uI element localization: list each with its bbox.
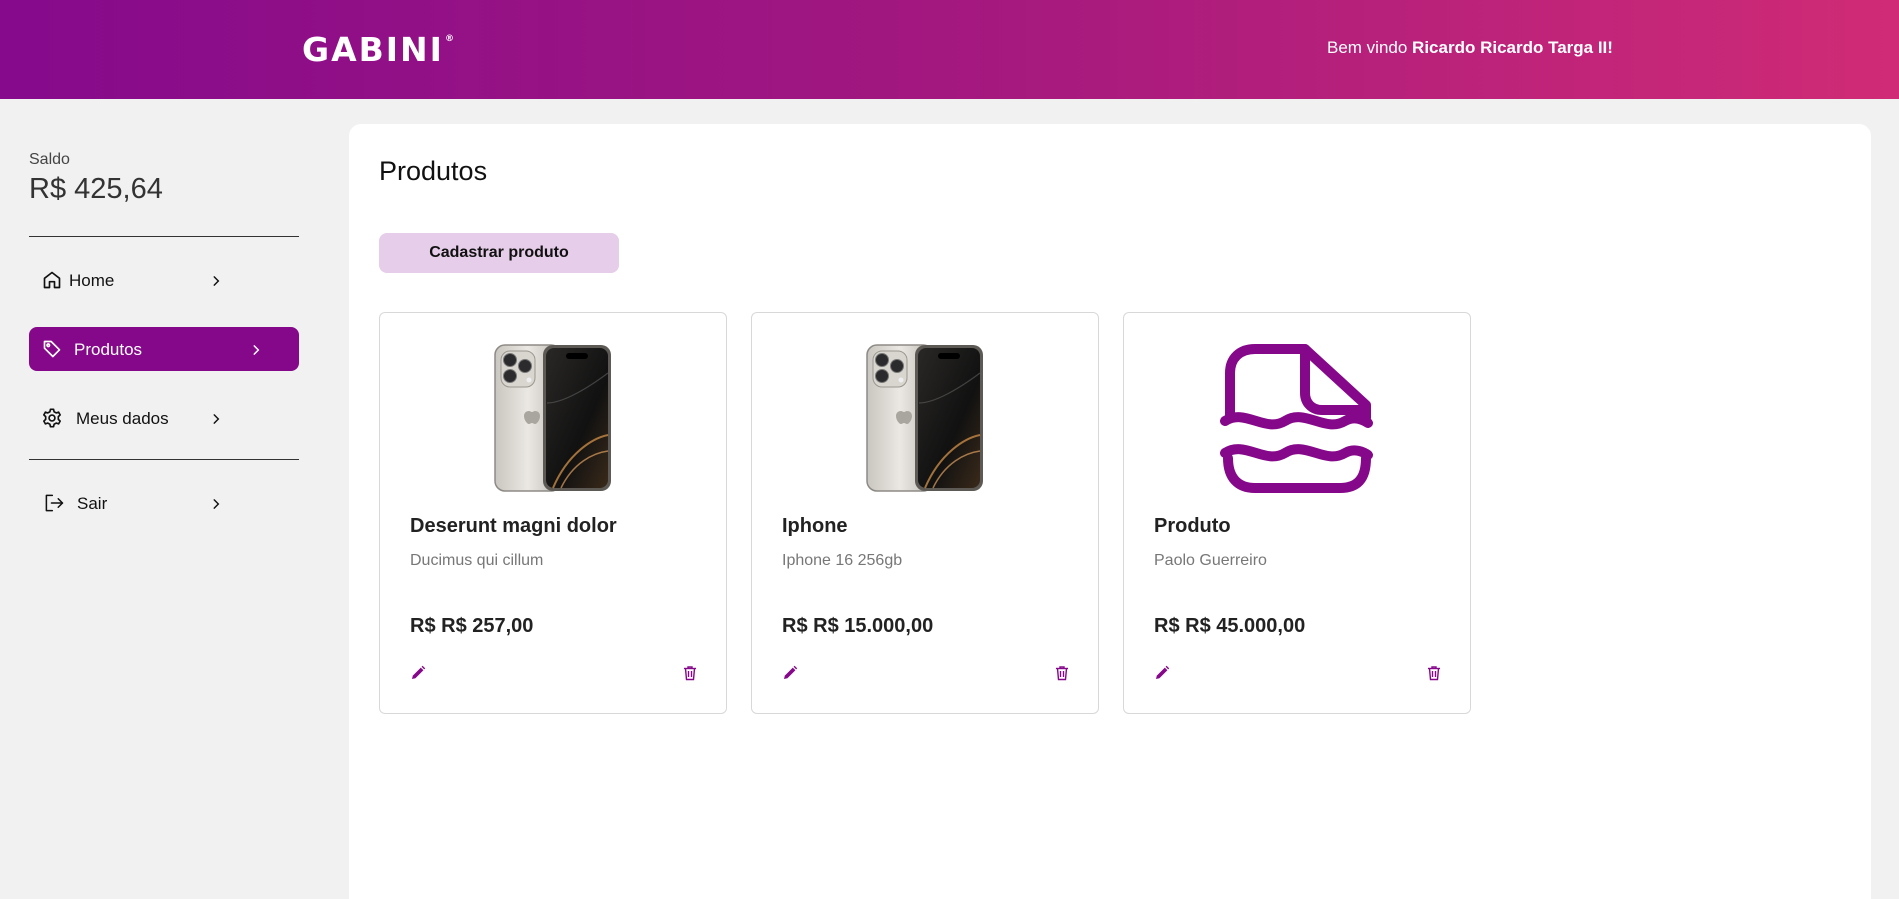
sidebar-item-label: Meus dados bbox=[76, 409, 169, 428]
product-description: Ducimus qui cillum bbox=[410, 552, 544, 569]
product-description: Iphone 16 256gb bbox=[782, 552, 903, 569]
edit-pencil-icon[interactable] bbox=[782, 665, 798, 681]
product-name: Produto bbox=[1154, 515, 1231, 537]
sidebar-item-produtos[interactable]: Produtos bbox=[29, 327, 299, 371]
product-price: R$ R$ 45.000,00 bbox=[1154, 615, 1306, 637]
product-card: Produto Paolo Guerreiro R$ R$ 45.000,00 bbox=[1123, 312, 1471, 714]
user-name: Ricardo Ricardo Targa II! bbox=[1412, 38, 1613, 57]
placeholder-image-icon bbox=[1220, 343, 1374, 493]
edit-pencil-icon[interactable] bbox=[1154, 665, 1170, 681]
chevron-right-icon bbox=[209, 411, 223, 425]
add-product-button[interactable]: Cadastrar produto bbox=[379, 233, 619, 273]
sidebar: Saldo R$ 425,64 Home Produtos Meus dados bbox=[0, 99, 329, 899]
welcome-message: Bem vindo Ricardo Ricardo Targa II! bbox=[1327, 38, 1613, 58]
product-card: Iphone Iphone 16 256gb R$ R$ 15.000,00 bbox=[751, 312, 1099, 714]
sidebar-item-home[interactable]: Home bbox=[29, 258, 299, 302]
chevron-right-icon bbox=[209, 273, 223, 287]
delete-trash-icon[interactable] bbox=[682, 665, 698, 681]
sidebar-item-label: Produtos bbox=[74, 340, 143, 359]
product-price: R$ R$ 257,00 bbox=[410, 615, 534, 637]
welcome-prefix: Bem vindo bbox=[1327, 38, 1413, 57]
product-price: R$ R$ 15.000,00 bbox=[782, 615, 934, 637]
page-title: Produtos bbox=[379, 156, 488, 186]
product-description: Paolo Guerreiro bbox=[1154, 552, 1267, 569]
sidebar-item-label: Sair bbox=[77, 494, 108, 513]
chevron-right-icon bbox=[249, 342, 263, 356]
phone-image bbox=[493, 343, 613, 493]
sidebar-item-meus-dados[interactable]: Meus dados bbox=[29, 396, 299, 440]
sidebar-divider bbox=[29, 236, 299, 237]
home-icon bbox=[41, 269, 63, 291]
chevron-right-icon bbox=[209, 496, 223, 510]
phone-image bbox=[865, 343, 985, 493]
product-name: Deserunt magni dolor bbox=[410, 515, 617, 537]
delete-trash-icon[interactable] bbox=[1054, 665, 1070, 681]
gabini-logo[interactable]: GABINI® bbox=[302, 30, 454, 69]
gear-icon bbox=[41, 407, 63, 429]
sidebar-item-sair[interactable]: Sair bbox=[29, 481, 299, 525]
tag-icon bbox=[41, 338, 63, 360]
product-name: Iphone bbox=[782, 515, 848, 537]
balance-label: Saldo bbox=[29, 151, 70, 168]
main-panel: Produtos Cadastrar produto Deserunt magn… bbox=[349, 124, 1871, 899]
sidebar-item-label: Home bbox=[69, 271, 115, 290]
edit-pencil-icon[interactable] bbox=[410, 665, 426, 681]
delete-trash-icon[interactable] bbox=[1426, 665, 1442, 681]
product-card: Deserunt magni dolor Ducimus qui cillum … bbox=[379, 312, 727, 714]
balance-value: R$ 425,64 bbox=[29, 173, 163, 205]
top-bar: GABINI® Bem vindo Ricardo Ricardo Targa … bbox=[0, 0, 1899, 99]
logout-icon bbox=[43, 492, 65, 514]
sidebar-divider bbox=[29, 459, 299, 460]
